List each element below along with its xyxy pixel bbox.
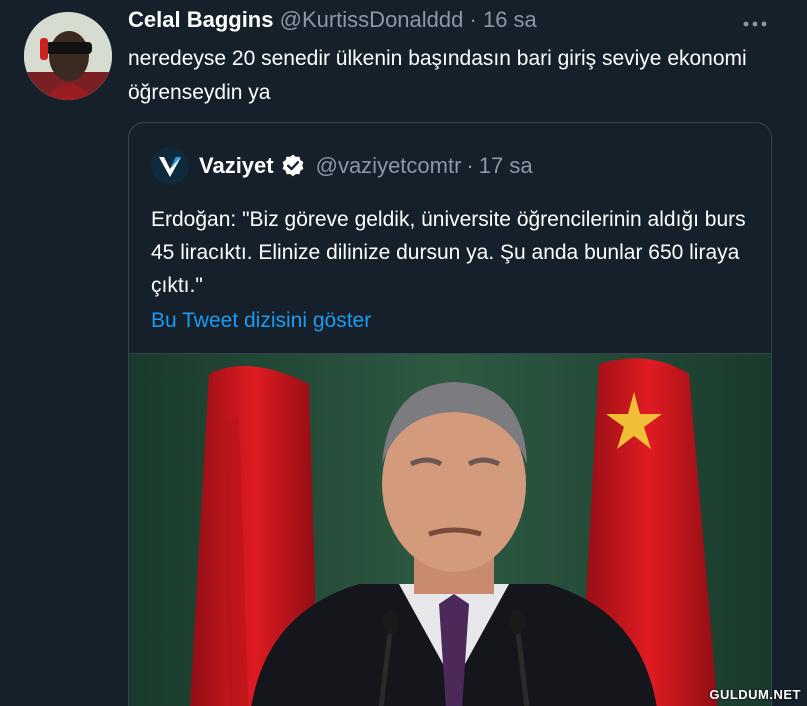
- verified-badge-icon: [282, 154, 304, 177]
- tweet[interactable]: Celal Baggins @KurtissDonalddd · 16 sa n…: [0, 0, 807, 706]
- user-handle[interactable]: @KurtissDonalddd: [280, 7, 464, 32]
- show-thread-link[interactable]: Bu Tweet dizisini göster: [151, 306, 371, 336]
- quoted-tweet-text: Erdoğan: "Biz göreve geldik, üniversite …: [151, 208, 746, 297]
- vaziyet-logo-icon[interactable]: [151, 147, 189, 185]
- avatar-image: [24, 12, 112, 100]
- tweet-media-photo[interactable]: [129, 353, 771, 706]
- display-name[interactable]: Celal Baggins: [128, 7, 273, 32]
- watermark: GULDUM.NET: [709, 687, 801, 702]
- avatar[interactable]: [24, 12, 112, 100]
- tweet-text: neredeyse 20 senedir ülkenin başındasın …: [128, 47, 747, 104]
- quoted-tweet-header: Vaziyet @vaziyetcomtr · 17 sa: [151, 147, 533, 185]
- quoted-user-handle[interactable]: @vaziyetcomtr: [316, 148, 462, 184]
- more-options-icon[interactable]: [743, 8, 767, 34]
- tweet-timestamp[interactable]: 16 sa: [483, 7, 537, 32]
- tweet-header: Celal Baggins @KurtissDonalddd · 16 sa: [128, 6, 537, 34]
- quoted-display-name[interactable]: Vaziyet: [199, 148, 274, 184]
- photo-image: [129, 354, 771, 706]
- quoted-tweet[interactable]: Vaziyet @vaziyetcomtr · 17 sa Erdoğan: "…: [128, 122, 772, 706]
- quoted-timestamp[interactable]: 17 sa: [479, 148, 533, 184]
- quoted-separator-dot: ·: [466, 153, 474, 178]
- separator-dot: ·: [469, 7, 477, 32]
